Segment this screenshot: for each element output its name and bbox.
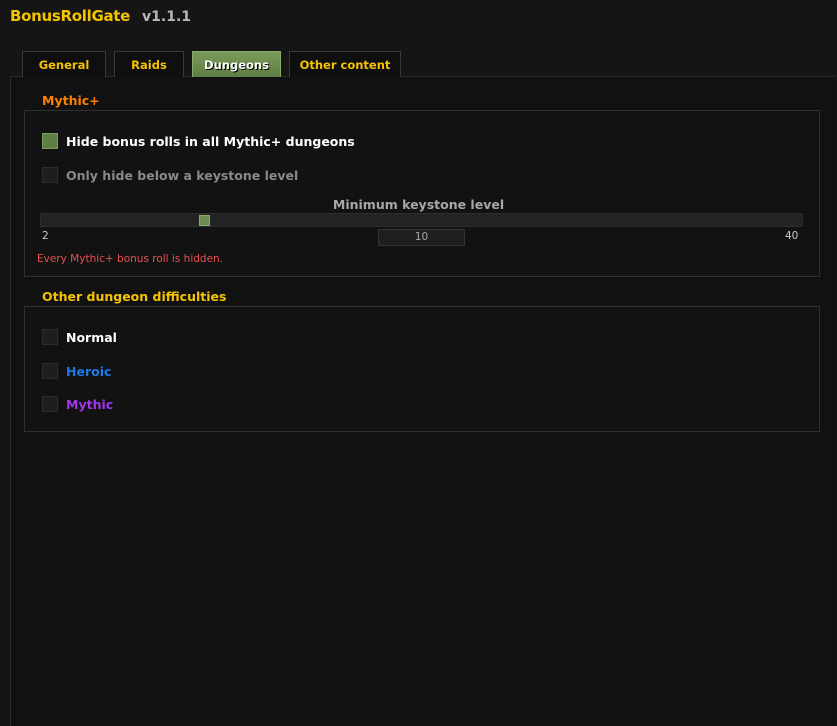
- addon-options-frame: BonusRollGate v1.1.1 General Raids Dunge…: [0, 0, 837, 726]
- difficulty-heroic-option[interactable]: Heroic: [42, 363, 111, 379]
- keystone-value-input[interactable]: 10: [378, 229, 465, 246]
- tab-raids[interactable]: Raids: [114, 51, 184, 77]
- keystone-slider-title: Minimum keystone level: [332, 197, 505, 212]
- difficulty-heroic-checkbox[interactable]: [42, 363, 58, 379]
- mythic-plus-warning: Every Mythic+ bonus roll is hidden.: [37, 253, 224, 265]
- tab-label: Raids: [131, 57, 167, 72]
- keystone-slider-max: 40: [785, 230, 799, 242]
- tab-label: General: [38, 57, 90, 72]
- difficulty-heroic-label: Heroic: [66, 363, 112, 379]
- addon-title: BonusRollGate: [10, 7, 131, 25]
- keystone-slider[interactable]: [40, 213, 803, 227]
- addon-version: v1.1.1: [142, 9, 192, 25]
- difficulty-normal-label: Normal: [66, 329, 117, 345]
- tab-general[interactable]: General: [22, 51, 106, 77]
- difficulty-mythic-option[interactable]: Mythic: [42, 396, 113, 412]
- tab-dungeons[interactable]: Dungeons: [192, 51, 281, 77]
- other-difficulties-section-title: Other dungeon difficulties: [42, 289, 227, 304]
- tab-label: Other content: [299, 57, 391, 72]
- other-difficulties-group: [24, 306, 820, 432]
- difficulty-mythic-label: Mythic: [66, 396, 114, 412]
- tab-bar: General Raids Dungeons Other content: [22, 51, 401, 77]
- below-keystone-option[interactable]: Only hide below a keystone level: [42, 167, 298, 183]
- below-keystone-label: Only hide below a keystone level: [66, 167, 299, 183]
- difficulty-mythic-checkbox[interactable]: [42, 396, 58, 412]
- hide-all-mythic-plus-checkbox[interactable]: [42, 133, 58, 149]
- header: BonusRollGate v1.1.1: [10, 7, 191, 29]
- below-keystone-checkbox[interactable]: [42, 167, 58, 183]
- hide-all-mythic-plus-label: Hide bonus rolls in all Mythic+ dungeons: [66, 133, 355, 149]
- difficulty-normal-option[interactable]: Normal: [42, 329, 117, 345]
- keystone-slider-min: 2: [42, 230, 49, 242]
- hide-all-mythic-plus-option[interactable]: Hide bonus rolls in all Mythic+ dungeons: [42, 133, 355, 149]
- tab-label: Dungeons: [204, 57, 269, 72]
- mythic-plus-section-title: Mythic+: [42, 93, 100, 108]
- keystone-slider-thumb[interactable]: [199, 215, 210, 226]
- difficulty-normal-checkbox[interactable]: [42, 329, 58, 345]
- tab-other-content[interactable]: Other content: [289, 51, 401, 77]
